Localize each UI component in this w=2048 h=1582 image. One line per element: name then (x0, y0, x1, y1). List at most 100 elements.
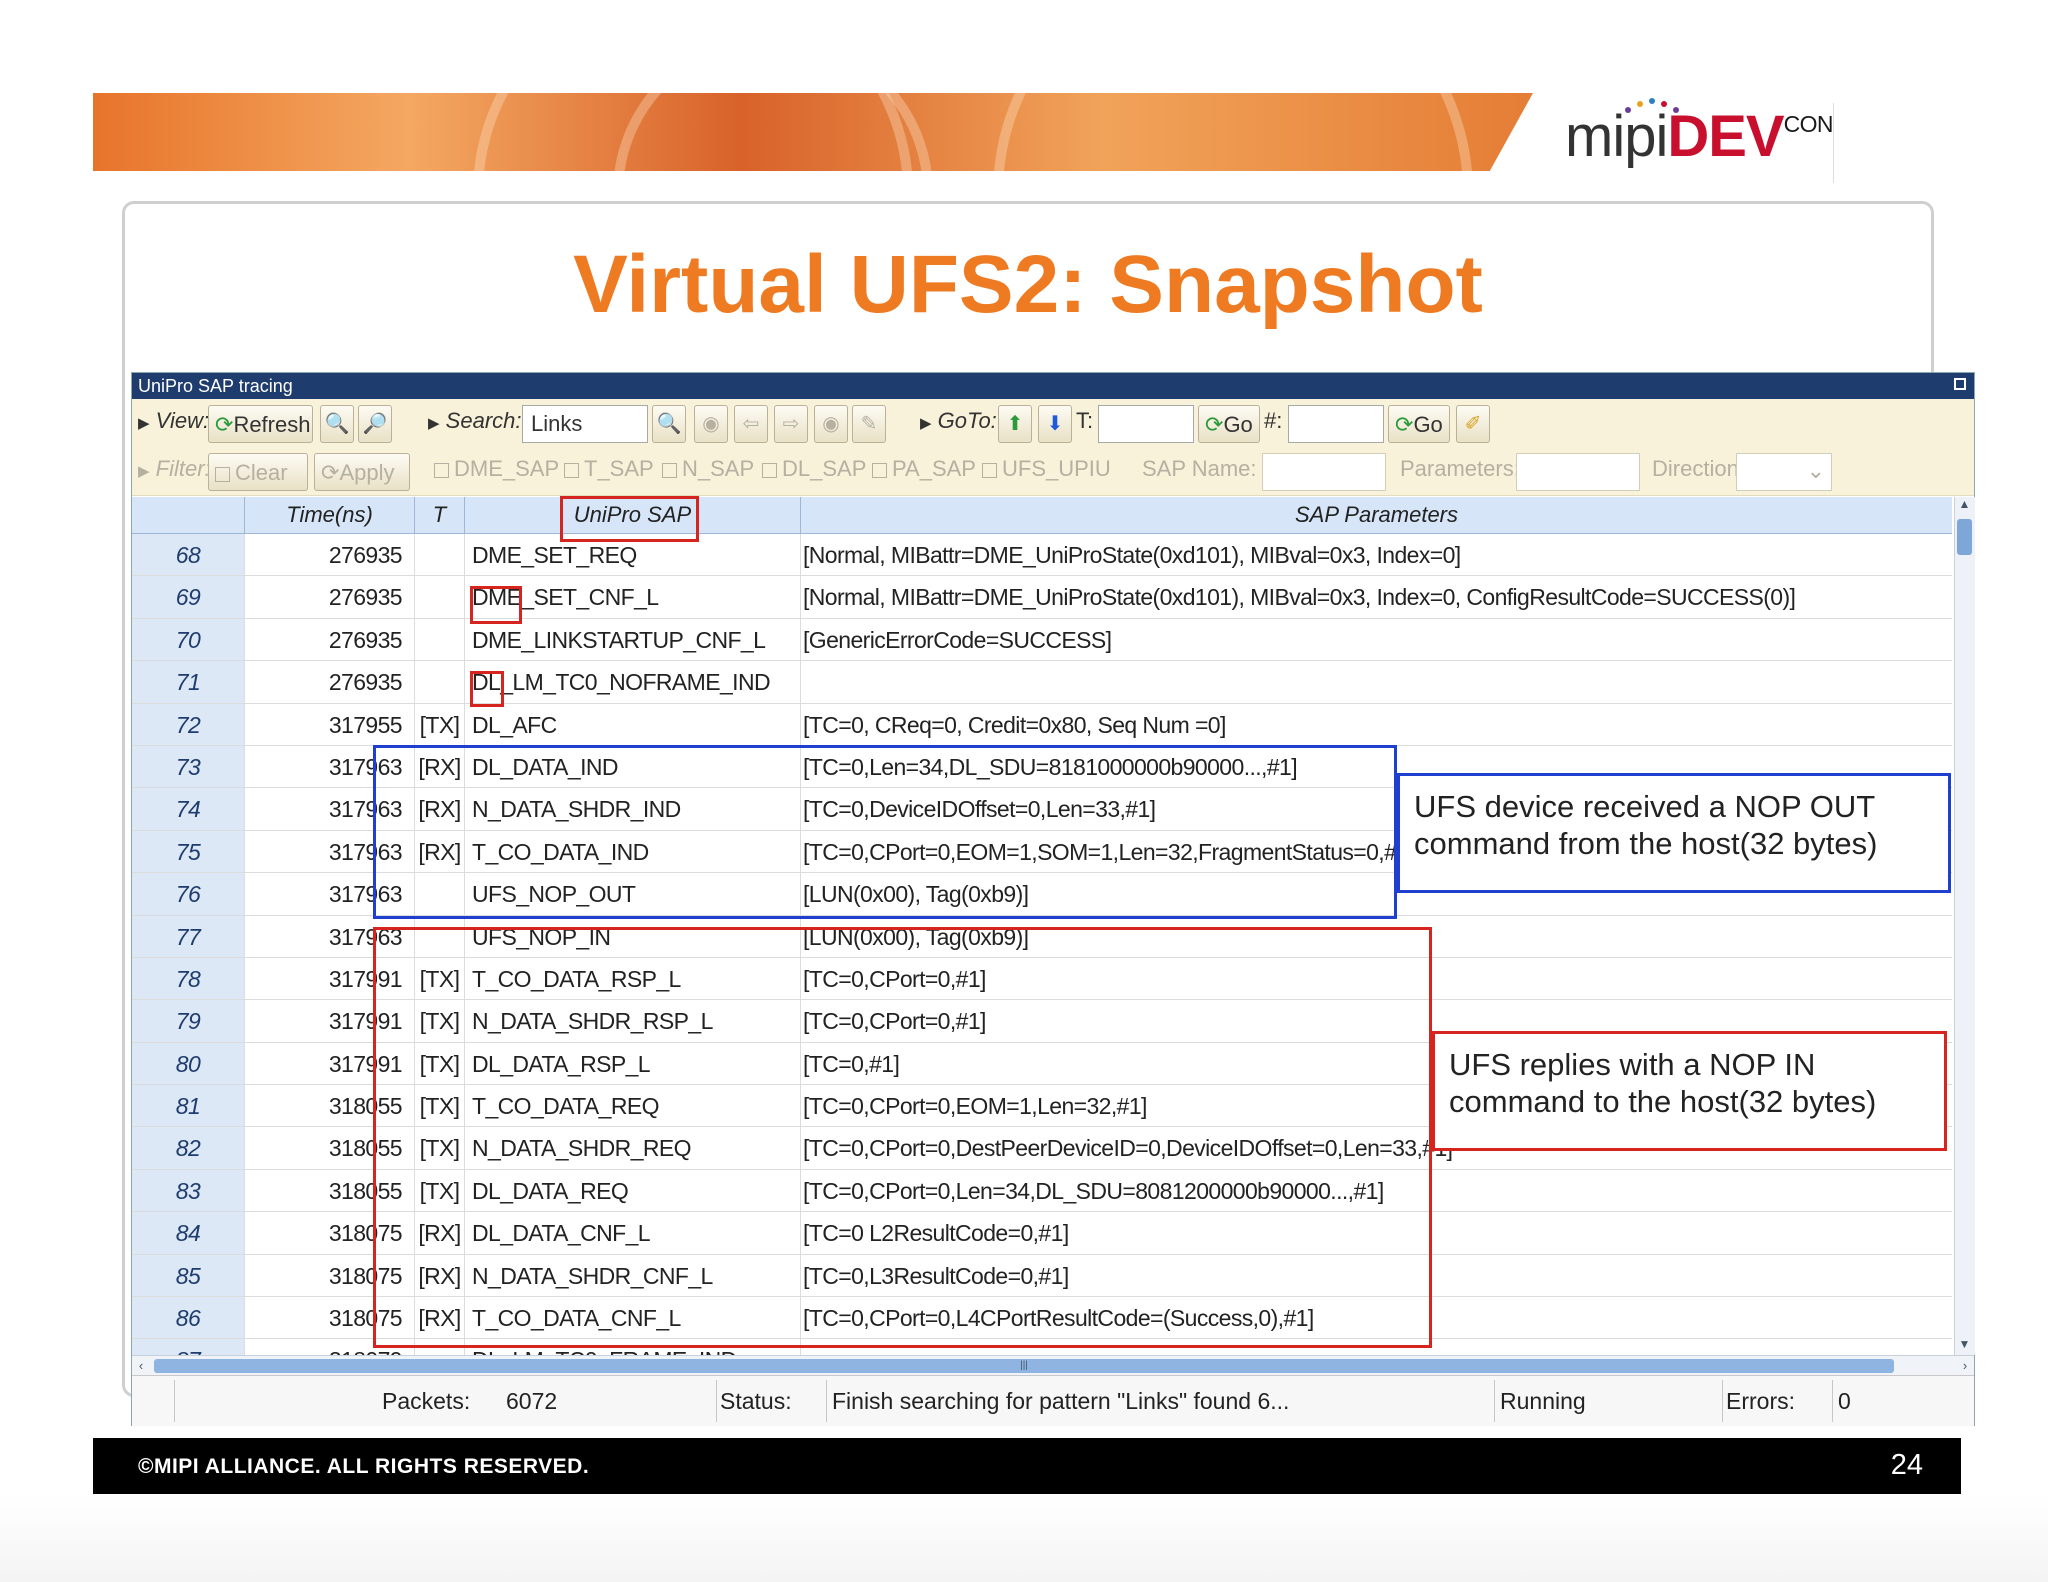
filter-toolbar: ▶ Filter: Clear ⟳Apply DME_SAP T_SAP N_S… (132, 447, 1974, 496)
row-index: 70 (132, 618, 245, 661)
checkbox-icon (872, 462, 887, 478)
row-index: 80 (132, 1042, 245, 1085)
clear-search-icon[interactable]: ✎ (852, 405, 886, 443)
row-index: 69 (132, 576, 245, 618)
running-state: Running (1500, 1388, 1586, 1414)
row-sap: DL_AFC (465, 703, 801, 745)
checkbox-icon (762, 462, 777, 478)
broom-icon[interactable]: ✐ (1456, 405, 1490, 443)
time-input[interactable] (1098, 405, 1194, 443)
clear-filter-label: Clear (235, 460, 288, 485)
checkbox-icon (982, 462, 997, 478)
scroll-down-icon[interactable]: ▼ (1957, 1337, 1972, 1355)
filter-check-label: T_SAP (584, 456, 654, 481)
status-label: Status: (720, 1388, 792, 1414)
table-row[interactable]: 72 317955 [TX] DL_AFC [TC=0, CReq=0, Credit=… (132, 703, 1952, 746)
scroll-left-icon[interactable]: ‹ (132, 1358, 150, 1374)
search-next-icon[interactable]: ⇨ (774, 405, 808, 443)
table-row[interactable]: 71 276935 DL_LM_TC0_NOFRAME_IND (132, 661, 1952, 704)
row-direction (415, 661, 465, 703)
scroll-right-icon[interactable]: › (1956, 1358, 1974, 1374)
search-stop-icon[interactable]: ◉ (814, 405, 848, 443)
vertical-scrollbar[interactable]: ▲ ▼ (1954, 497, 1975, 1355)
row-direction (415, 576, 465, 618)
status-message: Finish searching for pattern "Links" fou… (832, 1388, 1290, 1414)
go-packet-button[interactable]: ⟳Go (1388, 405, 1450, 443)
zoom-in-icon[interactable]: 🔍 (320, 405, 354, 443)
window-titlebar: UniPro SAP tracing (132, 373, 1974, 399)
go-time-button[interactable]: ⟳Go (1198, 405, 1260, 443)
row-index: 78 (132, 957, 245, 1000)
filter-check-label: DME_SAP (454, 456, 560, 481)
chevron-down-icon: ⌄ (1806, 458, 1825, 483)
refresh-label: Refresh (233, 412, 311, 437)
clear-filter-button[interactable]: Clear (208, 453, 308, 491)
header-time[interactable]: Time(ns) (245, 497, 415, 533)
filter-check-ufs-upiu[interactable]: UFS_UPIU (982, 456, 1111, 482)
row-parameters: [Normal, MIBattr=DME_UniProState(0xd101)… (803, 584, 1796, 611)
status-separator (1494, 1380, 1495, 1422)
packet-number-input[interactable] (1288, 405, 1384, 443)
filter-check-dme-sap[interactable]: DME_SAP (434, 456, 559, 482)
highlight-nop-in-rows (373, 927, 1432, 1348)
search-first-icon[interactable]: ◉ (694, 405, 728, 443)
sap-name-input[interactable] (1262, 453, 1386, 491)
header-direction[interactable]: T (415, 497, 465, 533)
status-bar: Packets: 6072 Status: Finish searching f… (132, 1375, 1974, 1426)
row-parameters: [TC=0, CReq=0, Credit=0x80, Seq Num =0] (803, 711, 1226, 738)
row-index: 87 (132, 1339, 245, 1355)
apply-filter-button[interactable]: ⟳Apply (314, 453, 410, 491)
scroll-up-icon[interactable]: ▲ (1957, 497, 1972, 515)
filter-check-n-sap[interactable]: N_SAP (662, 456, 754, 482)
go-icon: ⟳ (1205, 412, 1224, 437)
goto-up-icon[interactable]: ⬆ (998, 405, 1032, 443)
search-icon[interactable]: 🔍 (652, 405, 686, 443)
search-section: ▶ Search: (428, 408, 522, 433)
checkbox-icon (662, 462, 677, 478)
filter-section: ▶ Filter: (138, 456, 211, 481)
vertical-scroll-thumb[interactable] (1957, 519, 1972, 555)
clear-checkbox-icon (215, 466, 230, 482)
row-direction (415, 534, 465, 576)
refresh-button[interactable]: ⟳Refresh (208, 405, 313, 443)
row-index: 71 (132, 661, 245, 703)
row-time: 276935 (245, 576, 415, 618)
horizontal-scrollbar[interactable]: ‹ ||| › (132, 1355, 1974, 1376)
checkbox-icon (564, 462, 579, 478)
row-index: 83 (132, 1169, 245, 1212)
search-label: Search: (445, 408, 522, 433)
goto-section: ▶ GoTo: (920, 408, 997, 433)
row-parameters: [GenericErrorCode=SUCCESS] (803, 626, 1112, 653)
table-row[interactable]: 69 276935 DME_SET_CNF_L [Normal, MIBattr=DM… (132, 576, 1952, 619)
search-input[interactable]: Links (522, 405, 648, 443)
table-row[interactable]: 70 276935 DME_LINKSTARTUP_CNF_L [GenericErr… (132, 618, 1952, 662)
header-sap-parameters[interactable]: SAP Parameters (801, 497, 1952, 533)
filter-check-t-sap[interactable]: T_SAP (564, 456, 654, 482)
go-time-label: Go (1223, 412, 1253, 437)
row-index: 76 (132, 873, 245, 915)
row-index: 84 (132, 1212, 245, 1254)
apply-icon: ⟳ (321, 460, 340, 485)
row-time: 276935 (245, 534, 415, 576)
apply-filter-label: Apply (339, 460, 395, 485)
t-label: T: (1076, 408, 1094, 433)
horizontal-scroll-thumb[interactable]: ||| (154, 1359, 1894, 1373)
table-row[interactable]: 68 276935 DME_SET_REQ [Normal, MIBattr=DME_… (132, 534, 1952, 577)
view-label: View: (155, 408, 210, 433)
filter-check-label: PA_SAP (892, 456, 976, 481)
direction-select[interactable]: ⌄ (1736, 453, 1832, 491)
goto-down-icon[interactable]: ⬇ (1038, 405, 1072, 443)
row-index: 74 (132, 788, 245, 830)
search-prev-icon[interactable]: ⇦ (734, 405, 768, 443)
packets-value: 6072 (506, 1388, 558, 1414)
maximize-icon[interactable] (1954, 378, 1966, 390)
highlight-dme-prefix (470, 586, 522, 624)
zoom-out-icon[interactable]: 🔎 (358, 405, 392, 443)
parameters-input[interactable] (1516, 453, 1640, 491)
filter-check-dl-sap[interactable]: DL_SAP (762, 456, 866, 482)
filter-check-pa-sap[interactable]: PA_SAP (872, 456, 976, 482)
header-index[interactable] (132, 497, 245, 533)
filter-check-label: N_SAP (682, 456, 755, 481)
logo-part-dev: DEV (1667, 104, 1784, 169)
refresh-icon: ⟳ (215, 412, 234, 437)
